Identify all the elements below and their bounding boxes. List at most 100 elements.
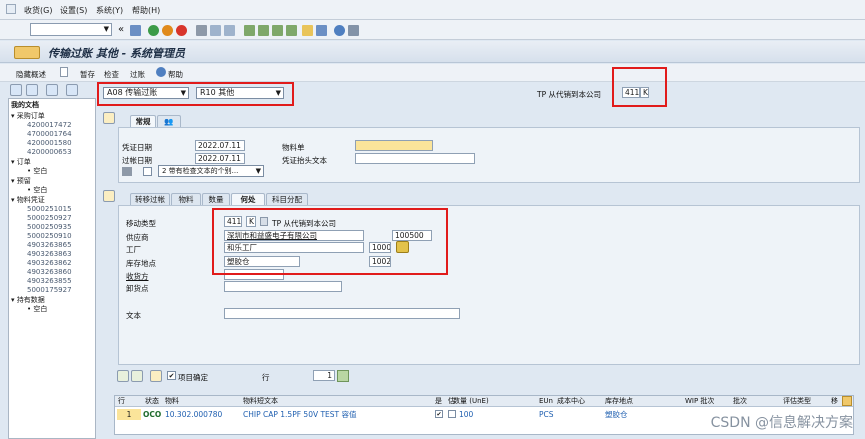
col-header[interactable]: 批次: [733, 396, 747, 407]
hold-button[interactable]: 暂存: [80, 69, 95, 80]
hide-overview-button[interactable]: 隐藏概述: [16, 69, 46, 80]
col-header[interactable]: 物料短文本: [243, 396, 278, 407]
item-toggle-icon[interactable]: [103, 190, 115, 202]
back-history-icon[interactable]: «: [118, 24, 124, 35]
tree-item[interactable]: • 空白: [27, 167, 47, 175]
menu-help[interactable]: 帮助(H): [132, 5, 160, 16]
tab-general[interactable]: 常规: [130, 115, 156, 127]
tree-node-held-data[interactable]: ▾ 持有数据: [11, 296, 45, 304]
unloading-point-field[interactable]: [224, 281, 342, 292]
item-next-icon[interactable]: [131, 370, 143, 382]
col-header[interactable]: 数量 (UnE): [453, 396, 489, 407]
tree-item[interactable]: 5000250910: [27, 232, 72, 240]
check-button[interactable]: 检查: [104, 69, 119, 80]
delete-icon[interactable]: [46, 84, 58, 96]
tab-where[interactable]: 何处: [231, 193, 265, 205]
info-icon[interactable]: [156, 67, 166, 77]
doc-date-field[interactable]: 2022.07.11: [195, 140, 245, 151]
tab-material[interactable]: 物料: [171, 193, 201, 205]
print-option-select[interactable]: 2 带有检查文本的个别... ▼: [158, 165, 264, 177]
tree-item[interactable]: 4200001580: [27, 139, 72, 147]
header-toggle-icon[interactable]: [103, 112, 115, 124]
tree-node-orders[interactable]: ▾ 订单: [11, 158, 31, 166]
tree-item[interactable]: 4700001764: [27, 130, 72, 138]
exit-icon[interactable]: [162, 25, 173, 36]
expand-icon[interactable]: [10, 84, 22, 96]
tree-item[interactable]: • 空白: [27, 305, 47, 313]
tree-item[interactable]: 4903263860: [27, 268, 72, 276]
tree-item[interactable]: 5000250927: [27, 214, 72, 222]
item-text-field[interactable]: [224, 308, 460, 319]
print-checkbox[interactable]: [143, 167, 152, 176]
column-settings-icon[interactable]: [842, 396, 852, 406]
tab-transfer-posting[interactable]: 转移过帐: [130, 193, 170, 205]
row-material[interactable]: 10.302.000780: [165, 409, 222, 420]
close-sidebar-icon[interactable]: [66, 84, 78, 96]
menu-goods-receipt[interactable]: 收货(G): [24, 5, 52, 16]
row-field[interactable]: 1: [313, 370, 335, 381]
tree-item[interactable]: 4200017472: [27, 121, 72, 129]
collapse-icon[interactable]: [26, 84, 38, 96]
post-button[interactable]: 过账: [130, 69, 145, 80]
new-document-icon[interactable]: [60, 67, 68, 77]
col-header[interactable]: WIP 批次: [685, 396, 714, 407]
save-icon[interactable]: [130, 25, 141, 36]
tab-quantity[interactable]: 数量: [202, 193, 230, 205]
row-qty[interactable]: 100: [459, 409, 473, 420]
first-page-icon[interactable]: [244, 25, 255, 36]
col-header[interactable]: 库存地点: [605, 396, 633, 407]
item-ok-checkbox[interactable]: ✔: [167, 371, 176, 380]
col-header[interactable]: 行: [118, 396, 125, 407]
shortcut-icon[interactable]: [316, 25, 327, 36]
help-button[interactable]: 帮助: [168, 69, 183, 80]
tree-item[interactable]: 4903263863: [27, 250, 72, 258]
header-text-field[interactable]: [355, 153, 475, 164]
menu-system[interactable]: 系统(Y): [96, 5, 123, 16]
item-prev-icon[interactable]: [117, 370, 129, 382]
col-header[interactable]: 评估类型: [783, 396, 811, 407]
tree-item[interactable]: 5000250935: [27, 223, 72, 231]
row-short-text[interactable]: CHIP CAP 1.5PF 50V TEST 容值: [243, 409, 357, 420]
col-header[interactable]: EUn: [539, 396, 553, 407]
slip-field[interactable]: [355, 140, 433, 151]
col-header[interactable]: 状态: [145, 396, 159, 407]
post-date-field[interactable]: 2022.07.11: [195, 153, 245, 164]
tree-node-reservations[interactable]: ▾ 预留: [11, 177, 31, 185]
next-page-icon[interactable]: [272, 25, 283, 36]
tree-item[interactable]: 4200000653: [27, 148, 72, 156]
new-session-icon[interactable]: [302, 25, 313, 36]
back-icon[interactable]: [148, 25, 159, 36]
tree-item[interactable]: 4903263865: [27, 241, 72, 249]
tree-item[interactable]: 4903263862: [27, 259, 72, 267]
row-line[interactable]: 1: [117, 409, 141, 420]
tree-item[interactable]: 4903263855: [27, 277, 72, 285]
row-est-checkbox[interactable]: [448, 410, 456, 418]
sap-logo-icon[interactable]: [6, 4, 16, 14]
last-page-icon[interactable]: [286, 25, 297, 36]
col-header[interactable]: 是: [435, 396, 442, 407]
tab-account-assignment[interactable]: 科目分配: [266, 193, 308, 205]
col-header[interactable]: 移: [831, 396, 838, 407]
previous-page-icon[interactable]: [258, 25, 269, 36]
help-icon[interactable]: [334, 25, 345, 36]
tree-item[interactable]: • 空白: [27, 186, 47, 194]
tree-item[interactable]: 5000251015: [27, 205, 72, 213]
tree-node-purchase-orders[interactable]: ▾ 采购订单: [11, 112, 45, 120]
cancel-icon[interactable]: [176, 25, 187, 36]
print-icon[interactable]: [196, 25, 207, 36]
col-header[interactable]: 物料: [165, 396, 179, 407]
row-eun[interactable]: PCS: [539, 409, 554, 420]
item-copy-icon[interactable]: [150, 370, 162, 382]
tree-item[interactable]: 5000175927: [27, 286, 72, 294]
find-icon[interactable]: [210, 25, 221, 36]
go-to-row-icon[interactable]: [337, 370, 349, 382]
tree-node-material-documents[interactable]: ▾ 物料凭证: [11, 196, 45, 204]
row-ok-checkbox[interactable]: ✔: [435, 410, 443, 418]
col-header[interactable]: 成本中心: [557, 396, 585, 407]
find-next-icon[interactable]: [224, 25, 235, 36]
menu-settings[interactable]: 设置(S): [60, 5, 87, 16]
row-sloc[interactable]: 塑胶仓: [605, 409, 628, 420]
tab-people-icon[interactable]: 👥: [157, 115, 181, 127]
layout-menu-icon[interactable]: [348, 25, 359, 36]
command-field[interactable]: ▼: [30, 23, 112, 36]
